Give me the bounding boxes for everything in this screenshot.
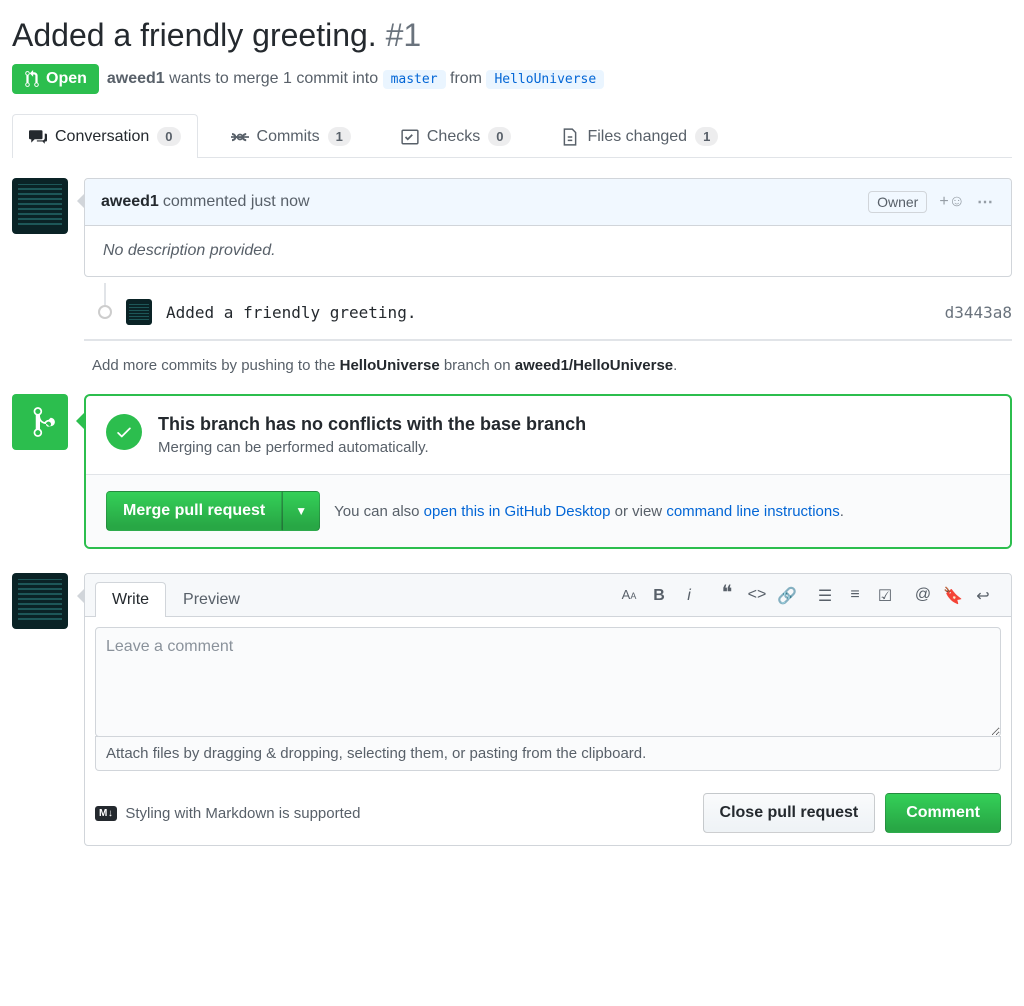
push-hint: Add more commits by pushing to the Hello…	[92, 357, 1012, 374]
bold-icon[interactable]: B	[649, 587, 669, 605]
commit-icon	[231, 128, 249, 146]
comment-textarea[interactable]	[95, 627, 1001, 737]
merge-subtitle: Merging can be performed automatically.	[158, 439, 586, 456]
avatar[interactable]	[12, 178, 68, 234]
markdown-hint[interactable]: M↓ Styling with Markdown is supported	[95, 805, 360, 822]
pr-tabs: Conversation 0 Commits 1 Checks 0 Files …	[12, 114, 1012, 158]
tab-conversation[interactable]: Conversation 0	[12, 114, 198, 158]
preview-tab[interactable]: Preview	[166, 582, 257, 617]
state-badge: Open	[12, 64, 99, 94]
reply-icon[interactable]: ↩︎	[973, 586, 993, 606]
pr-title: Added a friendly greeting. #1	[12, 16, 1012, 54]
write-tab[interactable]: Write	[95, 582, 166, 617]
owner-badge: Owner	[868, 191, 927, 213]
comment-form: Write Preview AA B i ❝ <> 🔗 ☰ ≡ ☑	[84, 573, 1012, 846]
tab-checks[interactable]: Checks 0	[384, 114, 529, 158]
checks-icon	[401, 128, 419, 146]
tab-files[interactable]: Files changed 1	[544, 114, 735, 158]
commits-count: 1	[328, 127, 351, 146]
head-branch[interactable]: HelloUniverse	[486, 70, 604, 89]
files-count: 1	[695, 127, 718, 146]
merge-dropdown[interactable]: ▼	[282, 491, 320, 531]
quote-icon[interactable]: ❝	[717, 586, 737, 606]
conversation-icon	[29, 128, 47, 146]
code-icon[interactable]: <>	[747, 586, 767, 606]
ul-icon[interactable]: ☰	[815, 586, 835, 606]
commit-sha[interactable]: d3443a8	[945, 303, 1012, 322]
close-pr-button[interactable]: Close pull request	[703, 793, 876, 833]
commit-row: Added a friendly greeting. d3443a8	[84, 289, 1012, 341]
tab-commits[interactable]: Commits 1	[214, 114, 368, 158]
pr-number: #1	[386, 17, 422, 53]
state-label: Open	[46, 70, 87, 88]
comment-body: No description provided.	[85, 226, 1011, 276]
commit-avatar[interactable]	[126, 299, 152, 325]
cli-instructions-link[interactable]: command line instructions	[666, 503, 839, 520]
bookmark-icon[interactable]: 🔖	[943, 586, 963, 606]
comment-action: commented just now	[163, 193, 310, 211]
merge-also-text: You can also open this in GitHub Desktop…	[334, 503, 844, 520]
pr-meta-row: Open aweed1 wants to merge 1 commit into…	[12, 64, 1012, 94]
markdown-icon: M↓	[95, 806, 117, 821]
merge-title: This branch has no conflicts with the ba…	[158, 414, 586, 435]
kebab-icon[interactable]: ⋯	[977, 192, 995, 212]
base-branch[interactable]: master	[383, 70, 446, 89]
add-reaction-icon[interactable]: +☺	[939, 193, 965, 211]
link-icon[interactable]: 🔗	[777, 586, 797, 606]
comment-box: aweed1 commented just now Owner +☺ ⋯ No …	[84, 178, 1012, 277]
git-pull-request-icon	[24, 70, 40, 88]
pr-meta-text: aweed1 wants to merge 1 commit into mast…	[107, 70, 604, 88]
files-icon	[561, 128, 579, 146]
italic-icon[interactable]: i	[679, 587, 699, 605]
heading-icon[interactable]: AA	[619, 587, 639, 605]
form-avatar[interactable]	[12, 573, 68, 629]
mention-icon[interactable]: @	[913, 586, 933, 606]
comment-author[interactable]: aweed1	[101, 193, 159, 211]
pr-author[interactable]: aweed1	[107, 70, 165, 87]
checks-count: 0	[488, 127, 511, 146]
conversation-count: 0	[157, 127, 180, 146]
commit-message[interactable]: Added a friendly greeting.	[166, 303, 931, 322]
check-circle-icon	[106, 414, 142, 450]
merge-panel: This branch has no conflicts with the ba…	[84, 394, 1012, 549]
attach-hint[interactable]: Attach files by dragging & dropping, sel…	[95, 736, 1001, 771]
comment-button[interactable]: Comment	[885, 793, 1001, 833]
open-desktop-link[interactable]: open this in GitHub Desktop	[424, 503, 611, 520]
task-icon[interactable]: ☑	[875, 586, 895, 606]
merge-button[interactable]: Merge pull request	[106, 491, 282, 531]
pr-title-text: Added a friendly greeting.	[12, 17, 377, 53]
merge-icon-box	[12, 394, 68, 450]
md-toolbar: AA B i ❝ <> 🔗 ☰ ≡ ☑ @ 🔖 ↩︎	[619, 586, 1001, 612]
git-merge-icon	[25, 405, 55, 439]
commit-dot-icon	[98, 305, 112, 319]
ol-icon[interactable]: ≡	[845, 586, 865, 606]
